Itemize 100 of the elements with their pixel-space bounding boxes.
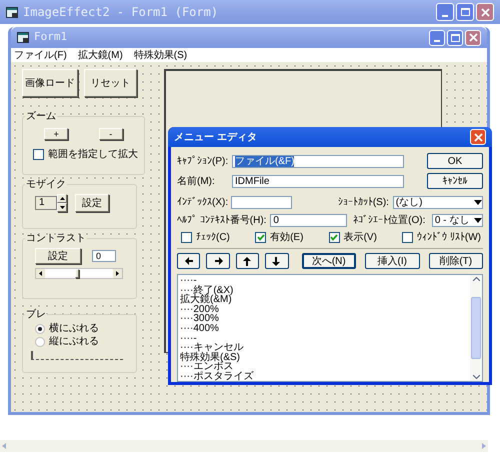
ok-button[interactable]: OK xyxy=(427,153,483,169)
menu-item[interactable]: 特殊効果(S) xyxy=(134,48,188,62)
checkbox-label: ﾁｪｯｸ(C) xyxy=(196,230,230,244)
name-field[interactable]: IDMFile xyxy=(232,174,404,188)
close-icon xyxy=(474,132,482,142)
maximize-icon xyxy=(450,34,460,42)
dropdown-icon xyxy=(474,218,482,222)
checkbox[interactable] xyxy=(402,232,414,242)
field-label: ｲﾝﾃﾞｯｸｽ(X): xyxy=(177,196,230,210)
form-button[interactable]: リセット xyxy=(84,69,137,97)
maximize-button[interactable] xyxy=(447,30,463,46)
minimize-icon xyxy=(434,40,440,42)
check-icon xyxy=(256,234,265,240)
menu-item[interactable]: ファイル(F) xyxy=(14,48,67,62)
minimize-button[interactable] xyxy=(429,30,445,46)
dropdown-icon xyxy=(474,200,482,204)
shortcut-dropdown[interactable]: (なし) xyxy=(392,196,484,208)
checkbox-label: ｳｨﾝﾄﾞｳ ﾘｽﾄ(W) xyxy=(417,230,481,244)
window-icon xyxy=(6,6,18,18)
checkbox[interactable] xyxy=(255,232,266,242)
cancel-button[interactable]: ｷｬﾝｾﾙ xyxy=(427,173,483,189)
arrow-button[interactable] xyxy=(265,253,288,269)
dialog-title: メニュー エディタ xyxy=(174,130,258,144)
index-field[interactable] xyxy=(230,196,292,208)
right-triangle-icon xyxy=(116,271,119,276)
contrast-set-button[interactable]: 設定 xyxy=(35,248,81,264)
horizontal-scrollbar[interactable] xyxy=(35,268,123,279)
up-arrow-icon xyxy=(242,256,252,266)
zoom-button[interactable]: - xyxy=(98,128,123,140)
arrow-button[interactable] xyxy=(177,253,200,269)
close-button[interactable] xyxy=(470,129,486,145)
arrow-button[interactable] xyxy=(206,253,230,269)
caption-field[interactable]: ファイル(&F) xyxy=(232,154,404,168)
menu-list-item[interactable]: ····200% xyxy=(180,304,468,314)
mosaic-set-button[interactable]: 設定 xyxy=(75,194,109,212)
right-triangle-icon xyxy=(482,443,486,449)
left-triangle-icon xyxy=(2,443,6,449)
group-title: ズーム xyxy=(25,110,57,124)
field-label: ｼｮｰﾄｶｯﾄ(S): xyxy=(338,196,390,210)
right-arrow-icon xyxy=(214,256,223,266)
help-context-field[interactable]: 0 xyxy=(270,214,348,226)
menu-list-item[interactable]: ····- xyxy=(180,334,468,344)
menu-item[interactable]: 拡大鏡(M) xyxy=(78,48,123,62)
menu-list-item[interactable]: ····400% xyxy=(180,324,468,334)
down-chevron-icon xyxy=(472,375,480,379)
checkbox[interactable] xyxy=(33,149,44,160)
close-button[interactable] xyxy=(465,30,481,46)
minimize-icon xyxy=(442,15,448,17)
spin-buttons[interactable] xyxy=(57,194,67,212)
checkbox[interactable] xyxy=(328,232,340,242)
up-triangle-icon xyxy=(60,197,64,200)
negotiate-dropdown[interactable]: 0 - なし xyxy=(432,214,483,226)
group-title: コントラスト xyxy=(25,232,87,246)
field-label: 名前(M): xyxy=(177,174,216,188)
window-title: ImageEffect2 - Form1 (Form) xyxy=(23,4,220,21)
close-button[interactable] xyxy=(476,3,494,21)
horizontal-scrollbar[interactable] xyxy=(0,440,488,452)
menu-list-item[interactable]: ····エンボス xyxy=(180,362,468,372)
form-button[interactable]: 画像ロード xyxy=(22,69,78,97)
checkbox-label: 範囲を指定して拡大 xyxy=(48,148,138,162)
action-button[interactable]: 次へ(N) xyxy=(302,253,356,269)
left-triangle-icon xyxy=(39,271,42,276)
down-arrow-icon xyxy=(272,256,282,266)
check-icon xyxy=(330,234,338,240)
menu-list-item[interactable]: ····- xyxy=(180,276,468,286)
maximize-button[interactable] xyxy=(456,3,474,21)
checkbox-label: 有効(E) xyxy=(270,230,304,244)
scroll-thumb[interactable] xyxy=(471,297,481,359)
checkbox-label: 表示(V) xyxy=(344,230,377,244)
checkbox[interactable] xyxy=(181,232,192,242)
menu-list-item[interactable]: ····キャンセル xyxy=(180,343,468,353)
minimize-button[interactable] xyxy=(436,3,454,21)
vertical-scrollbar[interactable] xyxy=(470,275,482,381)
group-title: ブレ xyxy=(25,308,47,322)
field-label: ｷｬﾌﾟｼｮﾝ(P): xyxy=(177,154,230,168)
down-triangle-icon xyxy=(60,206,64,209)
menu-list-item[interactable]: ····ポスタライズ xyxy=(180,372,468,381)
left-arrow-icon xyxy=(184,256,194,266)
radio-button[interactable] xyxy=(35,337,45,347)
maximize-icon xyxy=(460,8,470,16)
field-label: ﾍﾙﾌﾟ ｺﾝﾃｷｽﾄ番号(H): xyxy=(177,214,268,228)
menu-list-item[interactable]: 特殊効果(&S) xyxy=(180,352,468,362)
close-icon xyxy=(480,8,490,16)
radio-label: 縦にぶれる xyxy=(49,336,99,348)
group-title: モザイク xyxy=(25,178,67,192)
action-button[interactable]: 削除(T) xyxy=(428,253,483,269)
radio-button[interactable] xyxy=(35,324,45,334)
close-icon xyxy=(468,33,478,42)
menu-list-item[interactable]: ····300% xyxy=(180,314,468,324)
spin-field[interactable]: 1 xyxy=(35,196,57,210)
zoom-button[interactable]: + xyxy=(44,128,68,140)
up-chevron-icon xyxy=(472,277,480,281)
contrast-value-field[interactable]: 0 xyxy=(92,250,116,262)
radio-label: 横にぶれる xyxy=(49,323,99,335)
arrow-button[interactable] xyxy=(236,253,260,269)
menu-list-item[interactable]: 拡大鏡(&M) xyxy=(180,295,468,305)
window-icon xyxy=(17,32,29,43)
action-button[interactable]: 挿入(I) xyxy=(365,253,420,269)
form-title: Form1 xyxy=(34,29,68,46)
field-label: ﾈｺﾞｼｴｰﾄ位置(O): xyxy=(353,214,426,228)
